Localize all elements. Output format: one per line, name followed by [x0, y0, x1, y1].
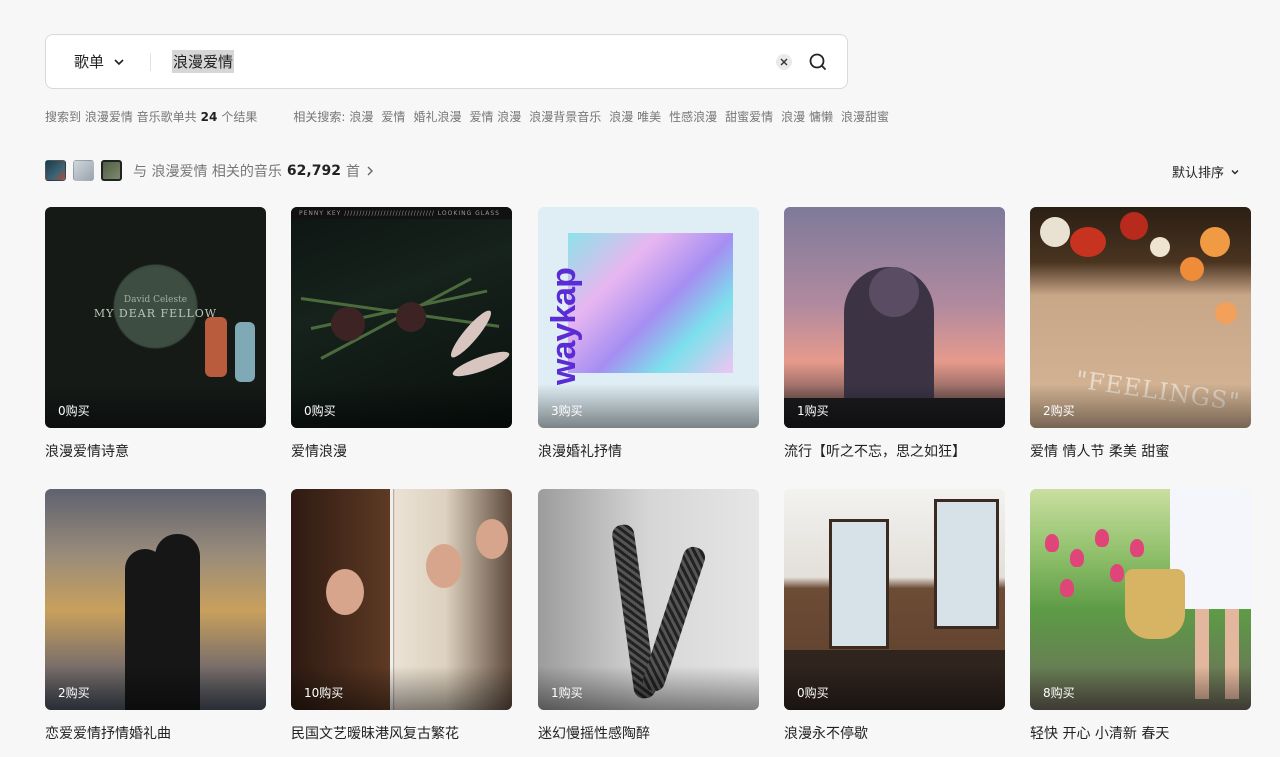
- playlist-card[interactable]: 1购买 流行【听之不忘，思之如狂】: [784, 207, 1005, 461]
- summary-count: 62,792: [286, 162, 341, 179]
- search-type-dropdown[interactable]: 歌单: [46, 35, 150, 88]
- album-thumbnail: [45, 160, 66, 181]
- playlist-card[interactable]: PENNY KEY //////////////////////////////…: [291, 207, 512, 461]
- chevron-down-icon: [114, 58, 124, 65]
- purchase-count: 1购买: [797, 404, 829, 418]
- purchase-count: 10购买: [304, 686, 344, 700]
- result-count: 24: [200, 109, 218, 124]
- album-thumbnail: [73, 160, 94, 181]
- purchase-count: 2购买: [1043, 404, 1075, 418]
- playlist-title[interactable]: 流行【听之不忘，思之如狂】: [784, 441, 1005, 461]
- purchase-count: 8购买: [1043, 686, 1075, 700]
- summary-suffix: 首: [345, 163, 360, 180]
- related-tag[interactable]: 性感浪漫: [669, 108, 717, 125]
- playlist-card[interactable]: 2购买 恋爱爱情抒情婚礼曲: [45, 489, 266, 743]
- result-prefix: 搜索到 浪漫爱情 音乐歌单共: [45, 110, 197, 124]
- playlist-title[interactable]: 迷幻慢摇性感陶醉: [538, 723, 759, 743]
- close-icon: [780, 58, 788, 65]
- related-tag[interactable]: 婚礼浪漫: [413, 108, 461, 125]
- related-tag[interactable]: 浪漫 慵懒: [781, 108, 833, 125]
- playlist-cover: 1购买: [784, 207, 1005, 428]
- related-tag[interactable]: 爱情: [381, 108, 405, 125]
- related-search-label: 相关搜索:: [293, 110, 346, 124]
- purchase-count: 2购买: [58, 686, 90, 700]
- playlist-cover: 0购买: [784, 489, 1005, 710]
- playlist-title[interactable]: 民国文艺暧昧港风复古繁花: [291, 723, 512, 743]
- playlist-card[interactable]: "FEELINGS" 2购买 爱情 情人节 柔美 甜蜜: [1030, 207, 1251, 461]
- playlist-title[interactable]: 浪漫爱情诗意: [45, 441, 266, 461]
- search-bar: 歌单 浪漫爱情: [45, 34, 848, 89]
- playlist-card[interactable]: David Celeste MY DEAR FELLOW 0购买 浪漫爱情诗意: [45, 207, 266, 461]
- playlist-cover: "FEELINGS" 2购买: [1030, 207, 1251, 428]
- related-music-link[interactable]: 与 浪漫爱情 相关的音乐 62,792 首: [133, 161, 375, 181]
- clear-search-button[interactable]: [776, 53, 792, 70]
- related-tag[interactable]: 甜蜜爱情: [725, 108, 773, 125]
- related-tag[interactable]: 浪漫 唯美: [609, 108, 661, 125]
- playlist-title[interactable]: 恋爱爱情抒情婚礼曲: [45, 723, 266, 743]
- purchase-count: 1购买: [551, 686, 583, 700]
- purchase-count: 0购买: [304, 404, 336, 418]
- album-thumbnail: [101, 160, 122, 181]
- playlist-cover: waykap 3购买: [538, 207, 759, 428]
- summary-prefix: 与 浪漫爱情 相关的音乐: [133, 163, 282, 180]
- purchase-count: 0购买: [797, 686, 829, 700]
- playlist-cover: 2购买: [45, 489, 266, 710]
- playlist-card[interactable]: waykap 3购买 浪漫婚礼抒情: [538, 207, 759, 461]
- chevron-down-icon: [1231, 169, 1239, 174]
- result-suffix: 个结果: [221, 110, 258, 124]
- purchase-count: 3购买: [551, 404, 583, 418]
- related-tag[interactable]: 爱情 浪漫: [469, 108, 521, 125]
- playlist-cover: 10购买: [291, 489, 512, 710]
- search-input[interactable]: 浪漫爱情: [172, 50, 776, 73]
- divider: [150, 52, 151, 71]
- playlist-cover: 1购买: [538, 489, 759, 710]
- related-tag[interactable]: 浪漫背景音乐: [529, 108, 601, 125]
- playlist-cover: PENNY KEY //////////////////////////////…: [291, 207, 512, 428]
- playlist-title[interactable]: 爱情 情人节 柔美 甜蜜: [1030, 441, 1251, 461]
- sort-label: 默认排序: [1171, 166, 1224, 181]
- playlist-card[interactable]: 8购买 轻快 开心 小清新 春天: [1030, 489, 1251, 743]
- playlist-title[interactable]: 爱情浪漫: [291, 441, 512, 461]
- related-tag[interactable]: 浪漫甜蜜: [841, 108, 889, 125]
- playlist-title[interactable]: 轻快 开心 小清新 春天: [1030, 723, 1251, 743]
- search-meta-row: 搜索到 浪漫爱情 音乐歌单共 24 个结果 相关搜索: 浪漫 爱情 婚礼浪漫 爱…: [45, 108, 897, 125]
- playlist-card[interactable]: 10购买 民国文艺暧昧港风复古繁花: [291, 489, 512, 743]
- chevron-right-icon: [367, 166, 373, 175]
- playlist-card[interactable]: 0购买 浪漫永不停歇: [784, 489, 1005, 743]
- related-music-summary: 与 浪漫爱情 相关的音乐 62,792 首: [45, 160, 375, 181]
- related-tag[interactable]: 浪漫: [349, 108, 373, 125]
- purchase-count: 0购买: [58, 404, 90, 418]
- playlist-cover: 8购买: [1030, 489, 1251, 710]
- playlist-title[interactable]: 浪漫婚礼抒情: [538, 441, 759, 461]
- search-icon[interactable]: [808, 52, 828, 72]
- playlist-card[interactable]: 1购买 迷幻慢摇性感陶醉: [538, 489, 759, 743]
- playlist-cover: David Celeste MY DEAR FELLOW 0购买: [45, 207, 266, 428]
- search-query-text: 浪漫爱情: [172, 50, 235, 73]
- playlist-title[interactable]: 浪漫永不停歇: [784, 723, 1005, 743]
- sort-dropdown[interactable]: 默认排序: [1172, 162, 1240, 181]
- search-type-label: 歌单: [74, 53, 105, 71]
